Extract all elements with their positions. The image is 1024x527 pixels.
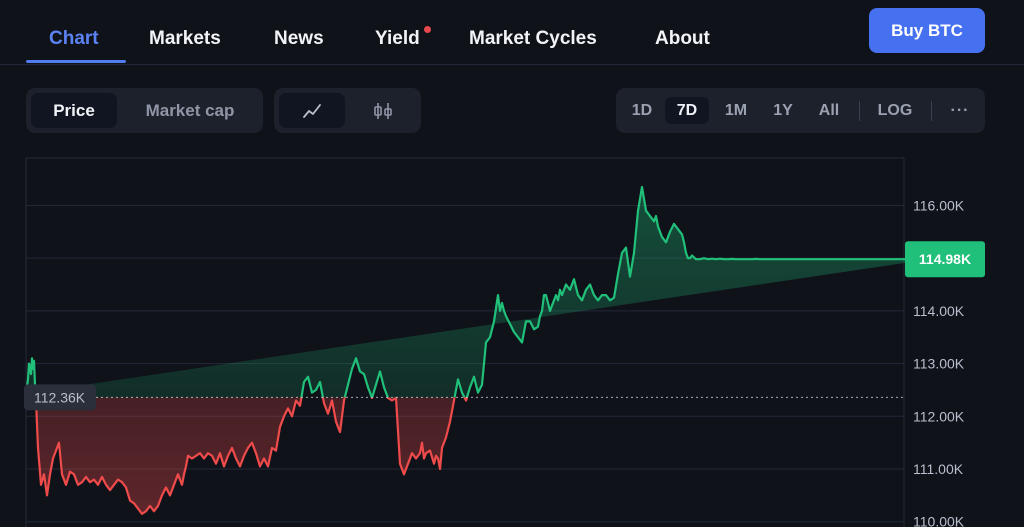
y-tick-label: 111.00K — [913, 461, 964, 477]
baseline-label: 112.36K — [34, 389, 86, 405]
current-price-label: 114.98K — [919, 251, 971, 267]
price-chart: 110.00K111.00K112.00K113.00K114.00K115.0… — [24, 157, 985, 527]
y-tick-label: 113.00K — [913, 356, 965, 372]
y-tick-label: 114.00K — [913, 303, 965, 319]
y-tick-label: 110.00K — [913, 514, 965, 527]
y-tick-label: 112.00K — [913, 408, 965, 424]
y-tick-label: 116.00K — [913, 197, 965, 213]
